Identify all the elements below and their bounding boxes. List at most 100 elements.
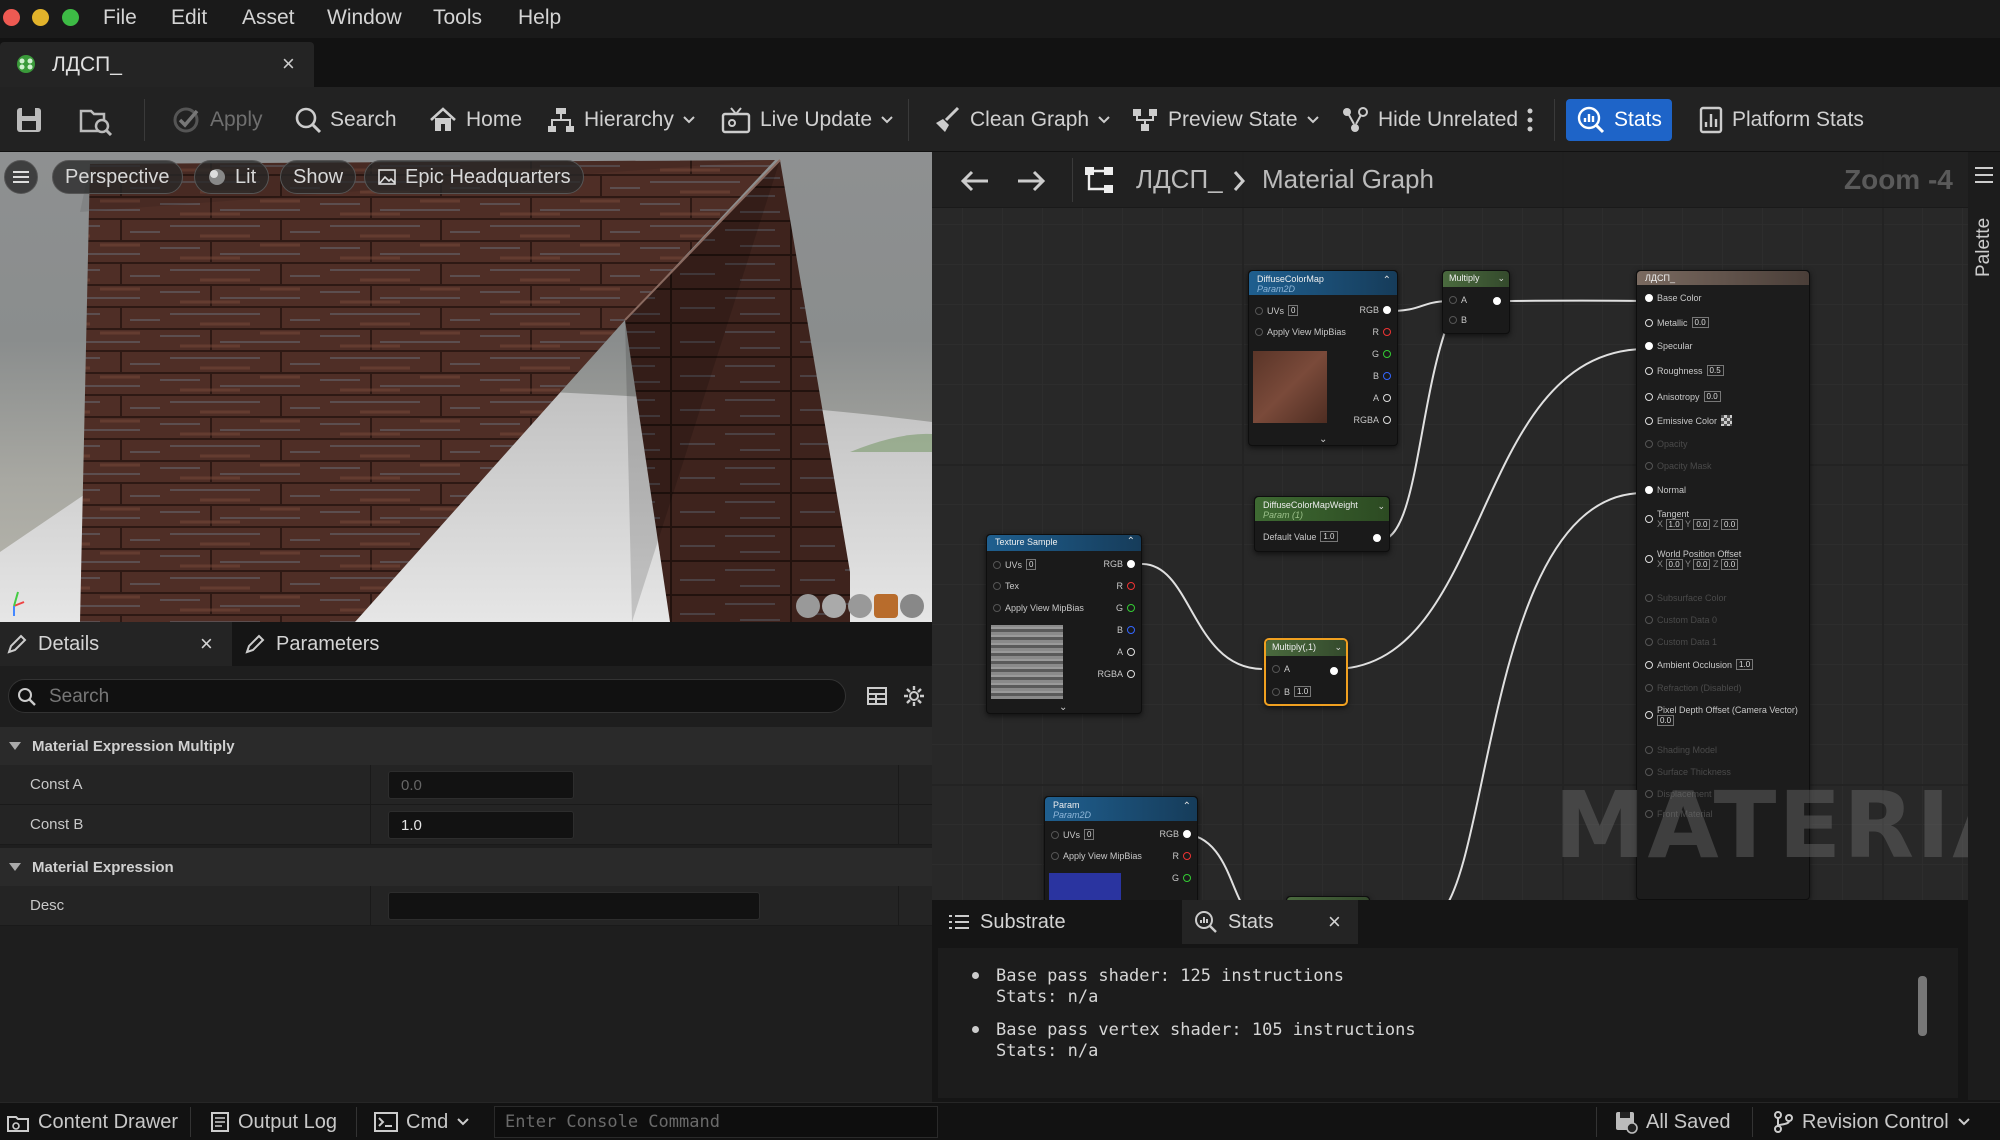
lit-mode-dropdown[interactable]: Lit <box>194 160 270 194</box>
chevron-down-icon[interactable]: ⌄ <box>1334 642 1342 653</box>
viewport-options-button[interactable] <box>4 160 38 194</box>
node-diffuse-color-map[interactable]: DiffuseColorMap Param2D ⌃ UVs 0 Apply Vie… <box>1248 270 1398 446</box>
chevron-down-icon[interactable]: ⌄ <box>1497 273 1505 284</box>
anisotropy-value[interactable]: 0.0 <box>1703 391 1721 402</box>
material-graph-canvas[interactable]: DiffuseColorMap Param2D ⌃ UVs 0 Apply Vie… <box>932 152 1968 900</box>
hide-unrelated-button[interactable]: Hide Unrelated <box>1340 87 1518 152</box>
uvs-value[interactable]: 0 <box>1084 829 1095 840</box>
table-view-icon[interactable] <box>866 686 888 706</box>
more-options-button[interactable] <box>1526 87 1534 152</box>
details-tab-close-button[interactable]: × <box>200 631 213 657</box>
document-tab[interactable]: ЛДСП_ × <box>0 42 314 87</box>
pdo-value[interactable]: 0.0 <box>1657 715 1675 726</box>
plane-shape-icon[interactable] <box>848 594 872 618</box>
menu-tools[interactable]: Tools <box>433 6 482 30</box>
expand-chevron-icon[interactable]: ⌄ <box>1319 434 1327 445</box>
node-multiply-selected[interactable]: Multiply(,1) ⌄ A B 1.0 <box>1264 638 1348 706</box>
cmd-dropdown[interactable]: Cmd <box>374 1103 470 1140</box>
menu-asset[interactable]: Asset <box>242 6 295 30</box>
preview-viewport[interactable]: Perspective Lit Show Epic Headquarters <box>0 152 932 622</box>
wpo-x[interactable]: 0.0 <box>1665 559 1683 570</box>
output-pin[interactable] <box>1373 534 1381 542</box>
all-saved-button[interactable]: All Saved <box>1614 1103 1731 1140</box>
const-b-field[interactable]: 1.0 <box>388 811 574 839</box>
hierarchy-dropdown[interactable]: Hierarchy <box>546 87 696 152</box>
home-button[interactable]: Home <box>428 87 522 152</box>
node-param[interactable]: Param Param2D ⌃ UVs 0 Apply View MipBias … <box>1044 796 1198 900</box>
collapse-chevron-icon[interactable]: ⌃ <box>1383 275 1391 286</box>
pin-emissive: Emissive Color <box>1657 415 1718 426</box>
minimize-window-button[interactable] <box>32 9 49 26</box>
sphere-shape-icon[interactable] <box>822 594 846 618</box>
details-search-input[interactable]: Search <box>8 679 846 713</box>
live-update-dropdown[interactable]: Live Update <box>720 87 894 152</box>
stats-scrollbar[interactable] <box>1918 976 1927 1036</box>
content-drawer-button[interactable]: Content Drawer <box>6 1103 178 1140</box>
ao-value[interactable]: 1.0 <box>1736 659 1754 670</box>
stats-toggle-button[interactable]: Stats <box>1566 99 1672 141</box>
chevron-down-icon[interactable]: ⌄ <box>1377 501 1385 512</box>
console-command-input[interactable]: Enter Console Command <box>494 1106 938 1138</box>
output-pin[interactable] <box>1330 667 1338 675</box>
output-log-button[interactable]: Output Log <box>210 1103 337 1140</box>
uvs-value[interactable]: 0 <box>1026 559 1037 570</box>
environment-dropdown[interactable]: Epic Headquarters <box>364 160 584 194</box>
settings-gear-icon[interactable] <box>902 684 926 708</box>
palette-tab[interactable]: Palette <box>1973 218 1995 277</box>
search-button[interactable]: Search <box>294 87 397 152</box>
collapse-chevron-icon[interactable]: ⌃ <box>1183 801 1191 812</box>
cylinder-shape-icon[interactable] <box>796 594 820 618</box>
close-window-button[interactable] <box>3 9 20 26</box>
expand-chevron-icon[interactable]: ⌄ <box>1059 702 1067 713</box>
uvs-value[interactable]: 0 <box>1288 305 1299 316</box>
output-pin[interactable] <box>1493 297 1501 305</box>
tangent-x[interactable]: 1.0 <box>1665 519 1683 530</box>
b-value-field[interactable]: 1.0 <box>1294 686 1312 697</box>
roughness-value[interactable]: 0.5 <box>1706 365 1724 376</box>
preview-state-dropdown[interactable]: Preview State <box>1130 87 1320 152</box>
category-material-expression-multiply[interactable]: Material Expression Multiply <box>0 727 932 765</box>
const-a-field[interactable]: 0.0 <box>388 771 574 799</box>
menu-help[interactable]: Help <box>518 6 561 30</box>
tangent-z[interactable]: 0.0 <box>1721 519 1739 530</box>
details-tab[interactable]: Details × <box>0 622 232 666</box>
menu-file[interactable]: File <box>103 6 137 30</box>
browse-asset-button[interactable] <box>78 87 114 152</box>
pin-rgba: RGBA <box>1353 415 1379 425</box>
custom-mesh-icon[interactable] <box>900 594 924 618</box>
menu-window[interactable]: Window <box>327 6 402 30</box>
show-dropdown[interactable]: Show <box>280 160 357 194</box>
cube-shape-icon[interactable] <box>874 594 898 618</box>
clean-graph-dropdown[interactable]: Clean Graph <box>932 87 1111 152</box>
stats-tab[interactable]: Stats × <box>1182 900 1358 944</box>
node-diffuse-color-map-weight[interactable]: DiffuseColorMapWeight Param (1) ⌄ Defaul… <box>1254 496 1390 552</box>
pin-b: B <box>1461 315 1468 325</box>
back-arrow-icon[interactable] <box>960 170 990 192</box>
default-value-field[interactable]: 1.0 <box>1320 531 1338 542</box>
forward-arrow-icon[interactable] <box>1016 170 1046 192</box>
document-tab-close-button[interactable]: × <box>282 51 295 77</box>
emissive-swatch[interactable] <box>1721 415 1733 426</box>
apply-button[interactable]: Apply <box>172 87 263 152</box>
stats-tab-close-button[interactable]: × <box>1328 909 1341 935</box>
lit-label: Lit <box>235 165 257 188</box>
menu-edit[interactable]: Edit <box>171 6 207 30</box>
platform-stats-button[interactable]: Platform Stats <box>1698 87 1864 152</box>
collapse-chevron-icon[interactable]: ⌃ <box>1127 536 1135 547</box>
metallic-value[interactable]: 0.0 <box>1691 317 1709 328</box>
category-material-expression[interactable]: Material Expression <box>0 848 932 886</box>
desc-field[interactable] <box>388 892 760 920</box>
tangent-y[interactable]: 0.0 <box>1693 519 1711 530</box>
node-texture-sample[interactable]: Texture Sample ⌃ UVs 0 Tex Apply View Mip… <box>986 534 1142 714</box>
wpo-y[interactable]: 0.0 <box>1693 559 1711 570</box>
maximize-window-button[interactable] <box>62 9 79 26</box>
substrate-tab[interactable]: Substrate <box>948 900 1066 944</box>
wpo-z[interactable]: 0.0 <box>1721 559 1739 570</box>
revision-control-dropdown[interactable]: Revision Control <box>1772 1103 1971 1140</box>
perspective-dropdown[interactable]: Perspective <box>52 160 183 194</box>
parameters-tab[interactable]: Parameters <box>244 622 379 666</box>
save-button[interactable] <box>14 87 44 152</box>
node-multiply[interactable]: Multiply ⌄ A B <box>1442 270 1510 334</box>
palette-list-icon[interactable] <box>1974 166 1994 184</box>
breadcrumb-root[interactable]: ЛДСП_ <box>1136 164 1223 195</box>
